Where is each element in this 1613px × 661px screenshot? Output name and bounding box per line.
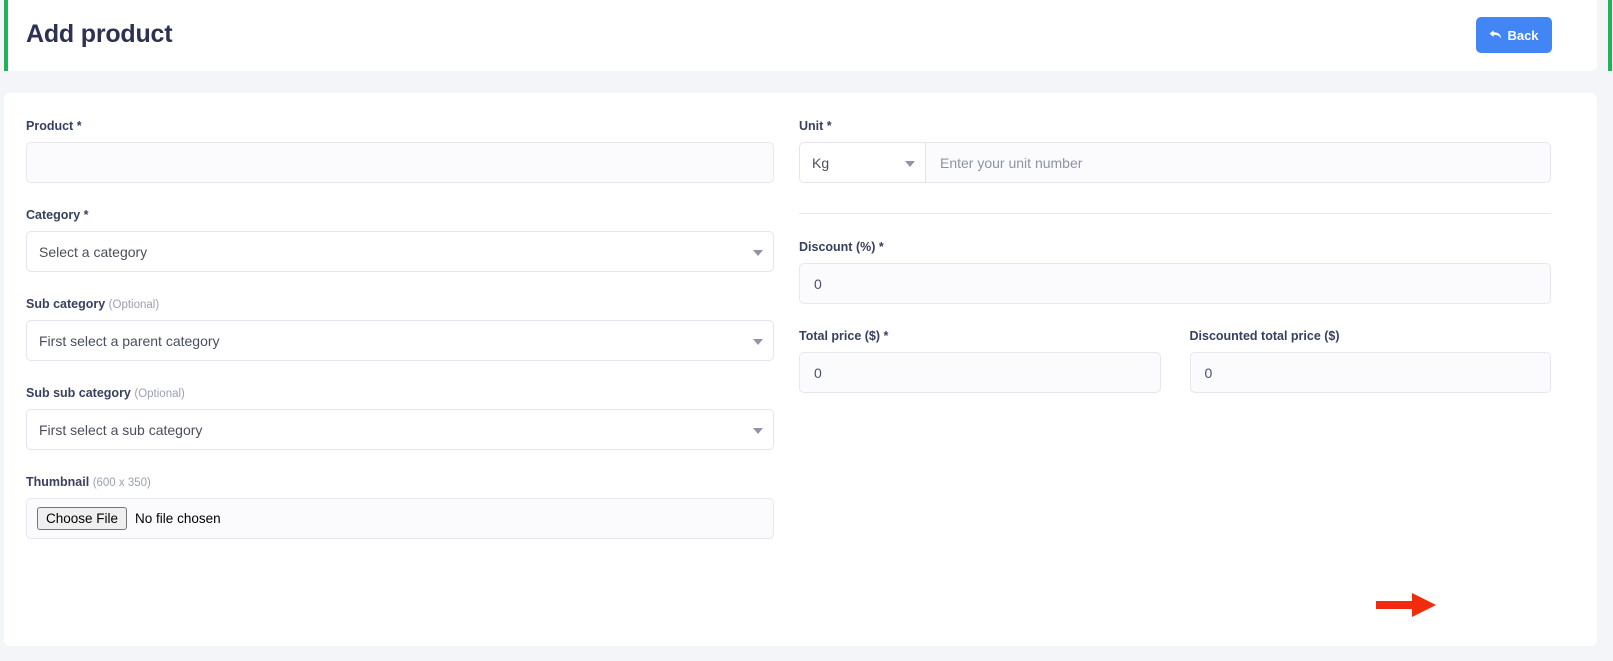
page-title: Add product [26,20,173,48]
back-button[interactable]: Back [1476,17,1552,53]
file-status-text: No file chosen [135,511,221,526]
product-label: Product * [26,119,82,133]
field-category: Category * Select a category [26,183,774,272]
chevron-down-icon [753,249,763,256]
discounted-total-price-label: Discounted total price ($) [1189,329,1340,343]
field-discount: Discount (%) * [799,214,1551,304]
category-selected-value: Select a category [39,243,148,260]
sub-category-label: Sub category (Optional) [26,297,774,311]
field-unit: Unit * Kg [799,93,1551,183]
discount-input[interactable] [799,263,1551,304]
thumbnail-label-text: Thumbnail [26,475,90,489]
form-column-left: Product * Category * Select a category S… [26,93,774,539]
sub-sub-category-label-text: Sub sub category [26,386,131,400]
page-header: Add product Back [4,0,1597,71]
field-total-price: Total price ($) * [799,329,1161,393]
sub-sub-category-optional: (Optional) [134,388,185,400]
product-form-card: Product * Category * Select a category S… [4,93,1597,646]
sub-category-optional: (Optional) [108,299,160,311]
field-sub-sub-category: Sub sub category (Optional) First select… [26,361,774,450]
right-column-divider-wrap [799,183,1551,214]
unit-select[interactable]: Kg [799,142,926,183]
field-discounted-total-price: Discounted total price ($) [1189,329,1551,393]
unit-selected-value: Kg [812,154,830,171]
back-button-label: Back [1507,27,1539,43]
product-input[interactable] [26,142,774,183]
category-label: Category * [26,208,89,222]
chevron-down-icon [753,427,763,434]
unit-number-input[interactable] [926,142,1551,183]
total-price-label: Total price ($) * [799,329,889,343]
header-accent-right [1608,0,1612,71]
unit-row: Kg [799,142,1551,183]
sub-sub-category-label: Sub sub category (Optional) [26,386,774,400]
price-row: Total price ($) * Discounted total price… [799,304,1551,393]
thumbnail-label: Thumbnail (600 x 350) [26,475,774,489]
chevron-down-icon [905,160,915,167]
choose-file-button[interactable]: Choose File [37,507,128,530]
back-arrow-icon [1489,29,1502,41]
thumbnail-file-input[interactable]: Choose File No file chosen [26,498,774,539]
discount-label: Discount (%) * [799,240,884,254]
form-column-right: Unit * Kg Discount (%) * Total pri [799,93,1551,393]
unit-label: Unit * [799,119,832,133]
sub-sub-category-selected-value: First select a sub category [39,421,203,438]
chevron-down-icon [753,338,763,345]
sub-sub-category-select[interactable]: First select a sub category [26,409,774,450]
field-sub-category: Sub category (Optional) First select a p… [26,272,774,361]
add-product-page: Add product Back Product * Category * Se… [0,0,1613,661]
thumbnail-dimensions: (600 x 350) [92,477,151,489]
category-select[interactable]: Select a category [26,231,774,272]
discounted-total-price-input[interactable] [1189,352,1551,393]
field-thumbnail: Thumbnail (600 x 350) Choose File No fil… [26,450,774,539]
sub-category-selected-value: First select a parent category [39,332,220,349]
sub-category-label-text: Sub category [26,297,106,311]
field-product: Product * [26,93,774,183]
sub-category-select[interactable]: First select a parent category [26,320,774,361]
total-price-input[interactable] [799,352,1161,393]
header-accent-left [4,0,8,71]
